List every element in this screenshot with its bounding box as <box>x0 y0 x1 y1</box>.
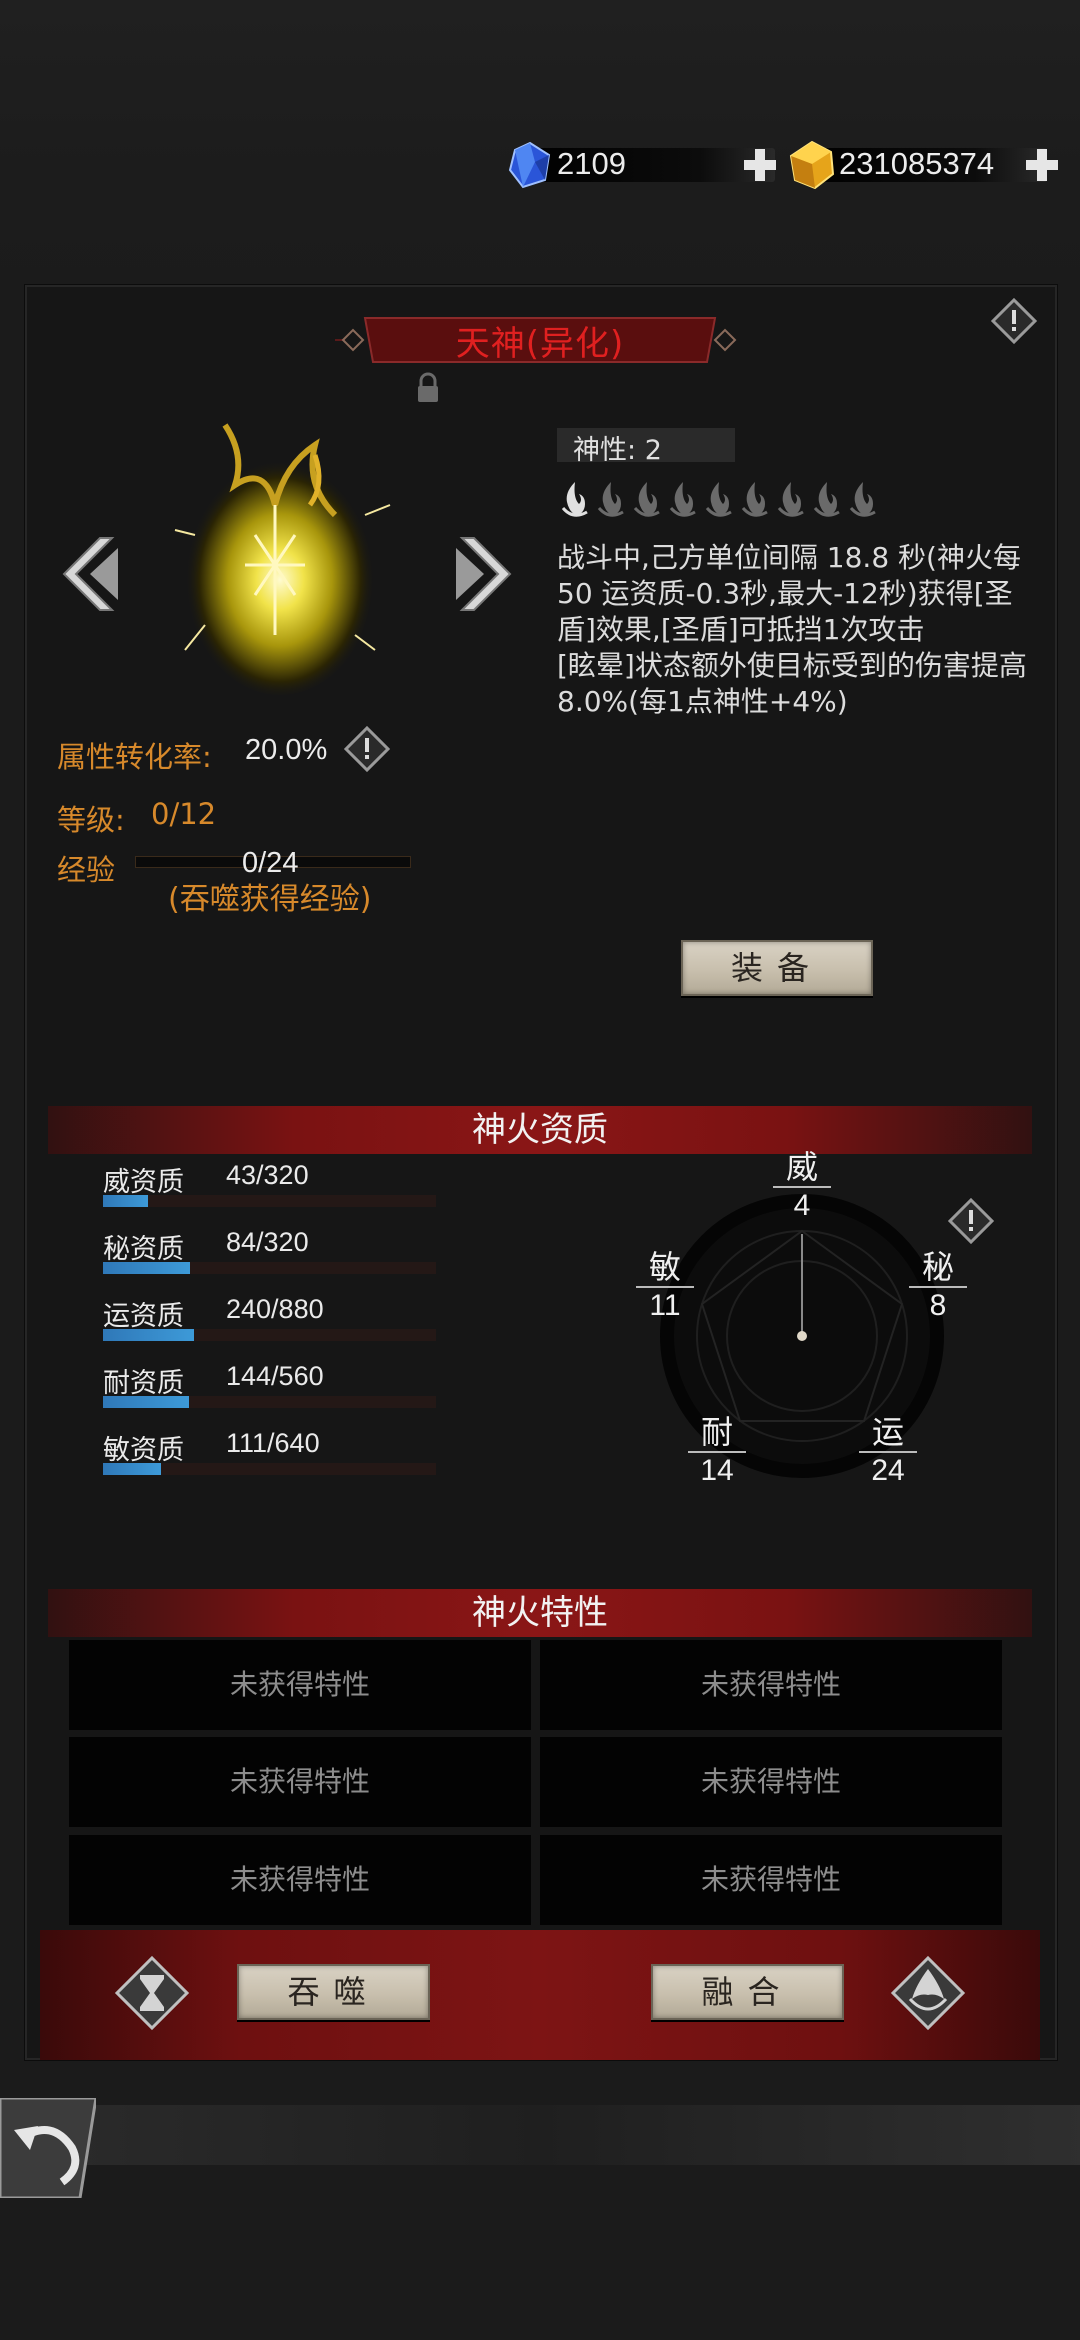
pentagon-divider <box>909 1286 967 1288</box>
skill-description: 战斗中,己方单位间隔 18.8 秒(神火每 50 运资质-0.3秒,最大-12秒… <box>557 540 1047 720</box>
aptitude-bar-fill <box>103 1463 161 1475</box>
footer-strip <box>0 2105 1080 2165</box>
pentagon-stat-name: 运 <box>871 1413 904 1451</box>
aptitude-bar <box>103 1329 436 1341</box>
divinity-flame-icon <box>669 482 696 517</box>
pentagon-stat-name: 耐 <box>700 1413 733 1451</box>
gold-crystal-icon <box>789 140 835 190</box>
pentagon-stat-value: 24 <box>871 1454 905 1487</box>
gem-count: 2109 <box>557 146 626 181</box>
add-gems-plus-icon[interactable] <box>741 146 779 184</box>
aptitude-bar-fill <box>103 1262 191 1274</box>
aptitude-name: 运资质 <box>103 1301 184 1332</box>
level-label: 等级: <box>57 803 125 837</box>
divine-fire-image <box>174 423 391 695</box>
gold-count: 231085374 <box>839 146 995 181</box>
equip-button[interactable]: 装备 <box>681 940 873 996</box>
conversion-rate-label: 属性转化率: <box>57 740 212 774</box>
page-title: 天神(异化) <box>455 324 625 364</box>
divinity-flame-icon <box>561 482 588 517</box>
aptitude-value: 111/640 <box>226 1428 320 1458</box>
next-arrow-icon[interactable] <box>452 534 512 614</box>
aptitude-value: 43/320 <box>226 1160 309 1190</box>
aptitude-bar-fill <box>103 1396 189 1408</box>
trait-slot[interactable]: 未获得特性 <box>69 1737 531 1827</box>
pentagon-stat-value: 14 <box>700 1454 734 1487</box>
pentagon-stat-value: 4 <box>793 1189 811 1222</box>
divinity-value: 2 <box>644 435 662 466</box>
divinity-label: 神性: 2 <box>573 435 662 466</box>
aptitude-value: 144/560 <box>226 1361 324 1391</box>
aptitude-value: 84/320 <box>226 1227 309 1257</box>
back-arrow-icon[interactable] <box>0 2098 96 2198</box>
aptitude-title: 神火资质 <box>472 1110 608 1150</box>
divinity-flame-icon <box>633 482 660 517</box>
add-gold-plus-icon[interactable] <box>1023 146 1061 184</box>
pentagon-divider <box>859 1451 917 1453</box>
blue-crystal-icon <box>508 141 551 189</box>
prev-arrow-icon[interactable] <box>62 534 122 614</box>
aptitude-bar <box>103 1396 436 1408</box>
pentagon-stat-value: 11 <box>649 1289 681 1322</box>
pentagon-divider <box>773 1186 831 1188</box>
hourglass-icon[interactable] <box>114 1955 190 2031</box>
aptitude-name: 秘资质 <box>103 1234 184 1265</box>
aptitude-info-icon[interactable] <box>948 1198 994 1244</box>
aptitude-value: 240/880 <box>226 1294 324 1324</box>
pentagon-stat-name: 秘 <box>921 1248 954 1286</box>
trait-slot[interactable]: 未获得特性 <box>540 1640 1002 1730</box>
pentagon-label: 威4 <box>767 1150 837 1222</box>
divinity-icons <box>557 478 881 522</box>
pentagon-divider <box>688 1451 746 1453</box>
exp-label: 经验 <box>57 853 116 887</box>
lock-icon[interactable] <box>415 372 441 404</box>
description-line-2: [眩晕]状态额外使目标受到的伤害提高 8.0%(每1点神性+4%) <box>557 649 1027 718</box>
aptitude-bar-fill <box>103 1195 148 1207</box>
fusion-emblem-icon[interactable] <box>890 1955 966 2031</box>
pentagon-stat-name: 威 <box>785 1148 818 1186</box>
trait-slot[interactable]: 未获得特性 <box>69 1640 531 1730</box>
pentagon-stat-value: 8 <box>929 1289 947 1322</box>
info-icon[interactable] <box>991 298 1037 344</box>
aptitude-bar-fill <box>103 1329 194 1341</box>
trait-slot[interactable]: 未获得特性 <box>540 1835 1002 1925</box>
fuse-button[interactable]: 融合 <box>651 1964 844 2020</box>
pentagon-stat-name: 敏 <box>648 1248 681 1286</box>
divinity-flame-icon <box>849 482 876 517</box>
aptitude-name: 敏资质 <box>103 1435 184 1466</box>
pentagon-label: 耐 14 <box>682 1415 752 1487</box>
level-value: 0/12 <box>151 797 217 831</box>
aptitude-bar <box>103 1463 436 1475</box>
trait-slot[interactable]: 未获得特性 <box>69 1835 531 1925</box>
trait-slot[interactable]: 未获得特性 <box>540 1737 1002 1827</box>
devour-button[interactable]: 吞噬 <box>237 1964 430 2020</box>
divinity-flame-icon <box>597 482 624 517</box>
description-line-1: 战斗中,己方单位间隔 18.8 秒(神火每 50 运资质-0.3秒,最大-12秒… <box>557 541 1021 646</box>
conversion-rate-value: 20.0% <box>245 734 328 766</box>
aptitude-bar <box>103 1195 436 1207</box>
pentagon-label: 敏 11 <box>630 1250 700 1322</box>
pentagon-divider <box>636 1286 694 1288</box>
traits-title: 神火特性 <box>472 1593 608 1633</box>
divinity-flame-icon <box>705 482 732 517</box>
divinity-flame-icon <box>741 482 768 517</box>
gem-currency: 2109 <box>505 140 776 190</box>
aptitude-name: 威资质 <box>103 1167 184 1198</box>
divinity-flame-icon <box>813 482 840 517</box>
pentagon-label: 运 24 <box>853 1415 923 1487</box>
divinity-flame-icon <box>777 482 804 517</box>
pentagon-label: 秘8 <box>903 1250 973 1322</box>
aptitude-bar <box>103 1262 436 1274</box>
exp-hint: (吞噬获得经验) <box>168 882 372 917</box>
aptitude-name: 耐资质 <box>103 1368 184 1399</box>
gold-currency: 231085374 <box>787 140 1058 190</box>
conversion-info-icon[interactable] <box>344 726 390 772</box>
